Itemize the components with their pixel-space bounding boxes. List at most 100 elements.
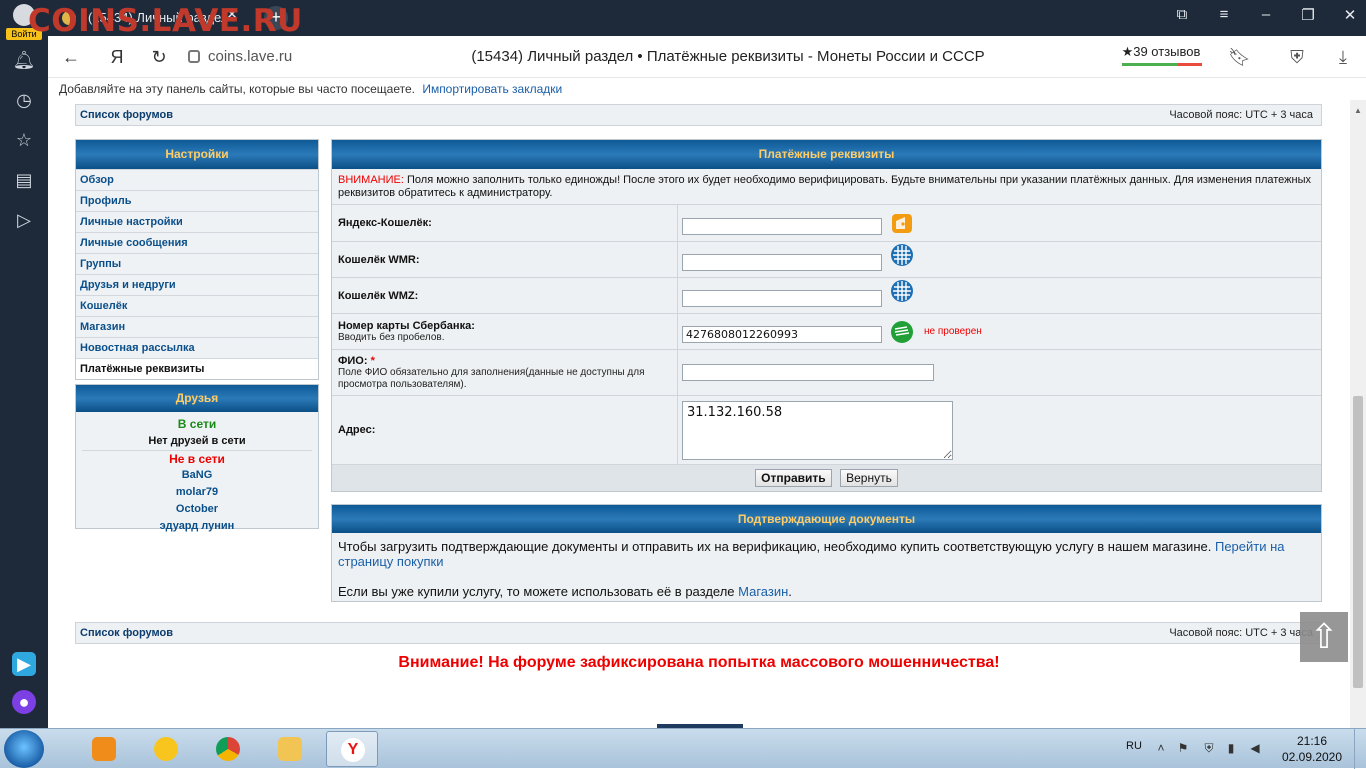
window-controls: ⧉ ≡ – ❐ ✕ — [1172, 6, 1360, 30]
friend-link[interactable]: October — [76, 501, 318, 518]
offline-heading: Не в сети — [82, 450, 312, 467]
documents-shop-text: Если вы уже купили услугу, то можете исп… — [338, 584, 1315, 599]
protect-icon[interactable]: ⛨ — [1286, 46, 1308, 68]
documents-panel: Подтверждающие документы Чтобы загрузить… — [331, 504, 1322, 602]
sidebar-item-overview[interactable]: Обзор — [76, 169, 318, 190]
alice-icon[interactable]: ● — [12, 690, 36, 714]
volume-icon[interactable]: ◀ — [1248, 741, 1262, 755]
download-icon[interactable]: ⤓ — [1332, 46, 1354, 68]
friend-link[interactable]: BaNG — [76, 467, 318, 484]
timezone-text: Часовой пояс: UTC + 3 часа — [1169, 627, 1313, 639]
minimize-icon[interactable]: – — [1256, 6, 1276, 30]
yandex-wallet-input[interactable] — [682, 217, 882, 235]
bookmarks-hint: Добавляйте на эту панель сайты, которые … — [59, 82, 415, 96]
documents-text: Чтобы загрузить подтверждающие документы… — [338, 539, 1315, 569]
no-friends-online: Нет друзей в сети — [148, 435, 246, 447]
documents-text-2: Если вы уже купили услугу, то можете исп… — [338, 584, 735, 599]
documents-text-end: . — [788, 584, 792, 599]
scrollbar-thumb[interactable] — [1353, 396, 1363, 688]
history-icon[interactable]: ◷ — [12, 88, 36, 112]
sidebar-item-friends[interactable]: Друзья и недруги — [76, 274, 318, 295]
required-mark: * — [370, 354, 375, 367]
shop-link[interactable]: Магазин — [738, 584, 788, 599]
taskbar-media-app[interactable] — [78, 731, 130, 767]
warning-text: Поля можно заполнить только единожды! По… — [338, 174, 1311, 199]
restore-icon[interactable]: ❐ — [1298, 6, 1318, 30]
clock[interactable]: 21:16 02.09.2020 — [1280, 733, 1344, 765]
sidebar-item-groups[interactable]: Группы — [76, 253, 318, 274]
timezone-text: Часовой пояс: UTC + 3 часа — [1169, 109, 1313, 121]
network-icon[interactable]: ▮ — [1224, 741, 1238, 755]
play-icon[interactable]: ▷ — [12, 208, 36, 232]
reviews-badge[interactable]: ★39 отзывов — [1118, 42, 1204, 66]
submit-button[interactable]: Отправить — [755, 469, 832, 487]
forum-list-link[interactable]: Список форумов — [80, 109, 173, 121]
menu-icon[interactable]: ≡ — [1214, 6, 1234, 30]
wmr-wallet-input[interactable] — [682, 254, 882, 271]
taskbar-yandex-browser[interactable]: Y — [326, 731, 378, 767]
tray-expand-icon[interactable]: ˄ — [1154, 741, 1168, 755]
address-label: Адрес: — [332, 396, 678, 464]
messenger-icon[interactable]: ▶ — [12, 652, 36, 676]
star-icon[interactable]: ☆ — [12, 128, 36, 152]
friend-link[interactable]: эдуард лунин — [76, 518, 318, 535]
sidebar-item-payment-details[interactable]: Платёжные реквизиты — [76, 358, 318, 379]
friend-link[interactable]: molar79 — [76, 484, 318, 501]
show-desktop-button[interactable] — [1354, 729, 1366, 769]
yandex-icon[interactable]: Я — [106, 46, 128, 68]
collections-icon[interactable]: ▤ — [12, 168, 36, 192]
sidebar-item-personal-settings[interactable]: Личные настройки — [76, 211, 318, 232]
payment-title: Платёжные реквизиты — [332, 140, 1321, 169]
bookmark-icon[interactable]: 🔖︎ — [1228, 46, 1251, 68]
start-button[interactable] — [4, 730, 44, 768]
sidebar-item-shop[interactable]: Магазин — [76, 316, 318, 337]
webmoney-icon — [890, 243, 914, 267]
bookmarks-bar: Добавляйте на эту панель сайты, которые … — [48, 78, 1366, 100]
address-textarea[interactable]: 31.132.160.58 — [682, 400, 953, 460]
wmr-label: Кошелёк WMR: — [332, 242, 678, 277]
taskbar-explorer-app[interactable] — [264, 731, 316, 767]
fio-label: ФИО: — [338, 354, 368, 367]
sidebar-item-messages[interactable]: Личные сообщения — [76, 232, 318, 253]
settings-title: Настройки — [76, 140, 318, 169]
sidebar-item-newsletter[interactable]: Новостная рассылка — [76, 337, 318, 358]
warning-label: ВНИМАНИЕ: — [338, 174, 404, 186]
taskbar-aimp-app[interactable] — [140, 731, 192, 767]
sber-card-input[interactable] — [682, 326, 882, 343]
security-icon[interactable]: ⛨ — [1202, 741, 1216, 755]
flag-icon[interactable]: ⚑ — [1176, 741, 1190, 755]
payment-details-panel: Платёжные реквизиты ВНИМАНИЕ: Поля можно… — [331, 139, 1322, 492]
friends-box: Друзья В сети Нет друзей в сети Не в сет… — [75, 384, 319, 532]
wmz-row: Кошелёк WMZ: — [332, 278, 1321, 314]
page-scrollbar[interactable]: ▲ — [1350, 100, 1366, 728]
language-indicator[interactable]: RU — [1126, 740, 1142, 752]
sberbank-icon — [890, 320, 914, 344]
sber-label: Номер карты Сбербанка: — [338, 319, 475, 332]
online-heading: В сети — [177, 417, 217, 431]
fio-row: ФИО: * Поле ФИО обязательно для заполнен… — [332, 350, 1321, 396]
reviews-text: ★39 отзывов — [1121, 44, 1201, 59]
tabs-manager-icon[interactable]: ⧉ — [1172, 6, 1192, 30]
address-row: Адрес: 31.132.160.58 — [332, 396, 1321, 465]
taskbar-chrome-app[interactable] — [202, 731, 254, 767]
bottom-nav: Список форумов Часовой пояс: UTC + 3 час… — [75, 622, 1322, 644]
sidebar-item-wallet[interactable]: Кошелёк — [76, 295, 318, 316]
reset-button[interactable]: Вернуть — [840, 469, 898, 487]
fio-input[interactable] — [682, 364, 934, 381]
wmz-wallet-input[interactable] — [682, 290, 882, 307]
wmr-row: Кошелёк WMR: — [332, 242, 1321, 278]
bell-icon[interactable]: 🔔︎ — [12, 48, 36, 72]
sidebar-item-profile[interactable]: Профиль — [76, 190, 318, 211]
back-icon[interactable]: ← — [60, 46, 82, 68]
fio-label-block: ФИО: * Поле ФИО обязательно для заполнен… — [332, 350, 678, 395]
forum-list-link[interactable]: Список форумов — [80, 627, 173, 639]
top-nav: Список форумов Часовой пояс: UTC + 3 час… — [75, 104, 1322, 126]
close-window-icon[interactable]: ✕ — [1340, 6, 1360, 30]
scroll-up-icon[interactable]: ▲ — [1354, 106, 1362, 115]
url-field[interactable]: coins.lave.ru — [186, 44, 311, 70]
import-bookmarks-link[interactable]: Импортировать закладки — [422, 82, 562, 96]
browser-sidebar: Войти 🔔︎ ◷ ☆ ▤ ▷ ▶ ● — [0, 0, 48, 728]
scroll-top-button[interactable]: ⇧ — [1300, 612, 1348, 662]
yandex-wallet-icon — [890, 211, 914, 235]
reload-icon[interactable]: ↻ — [148, 46, 170, 68]
